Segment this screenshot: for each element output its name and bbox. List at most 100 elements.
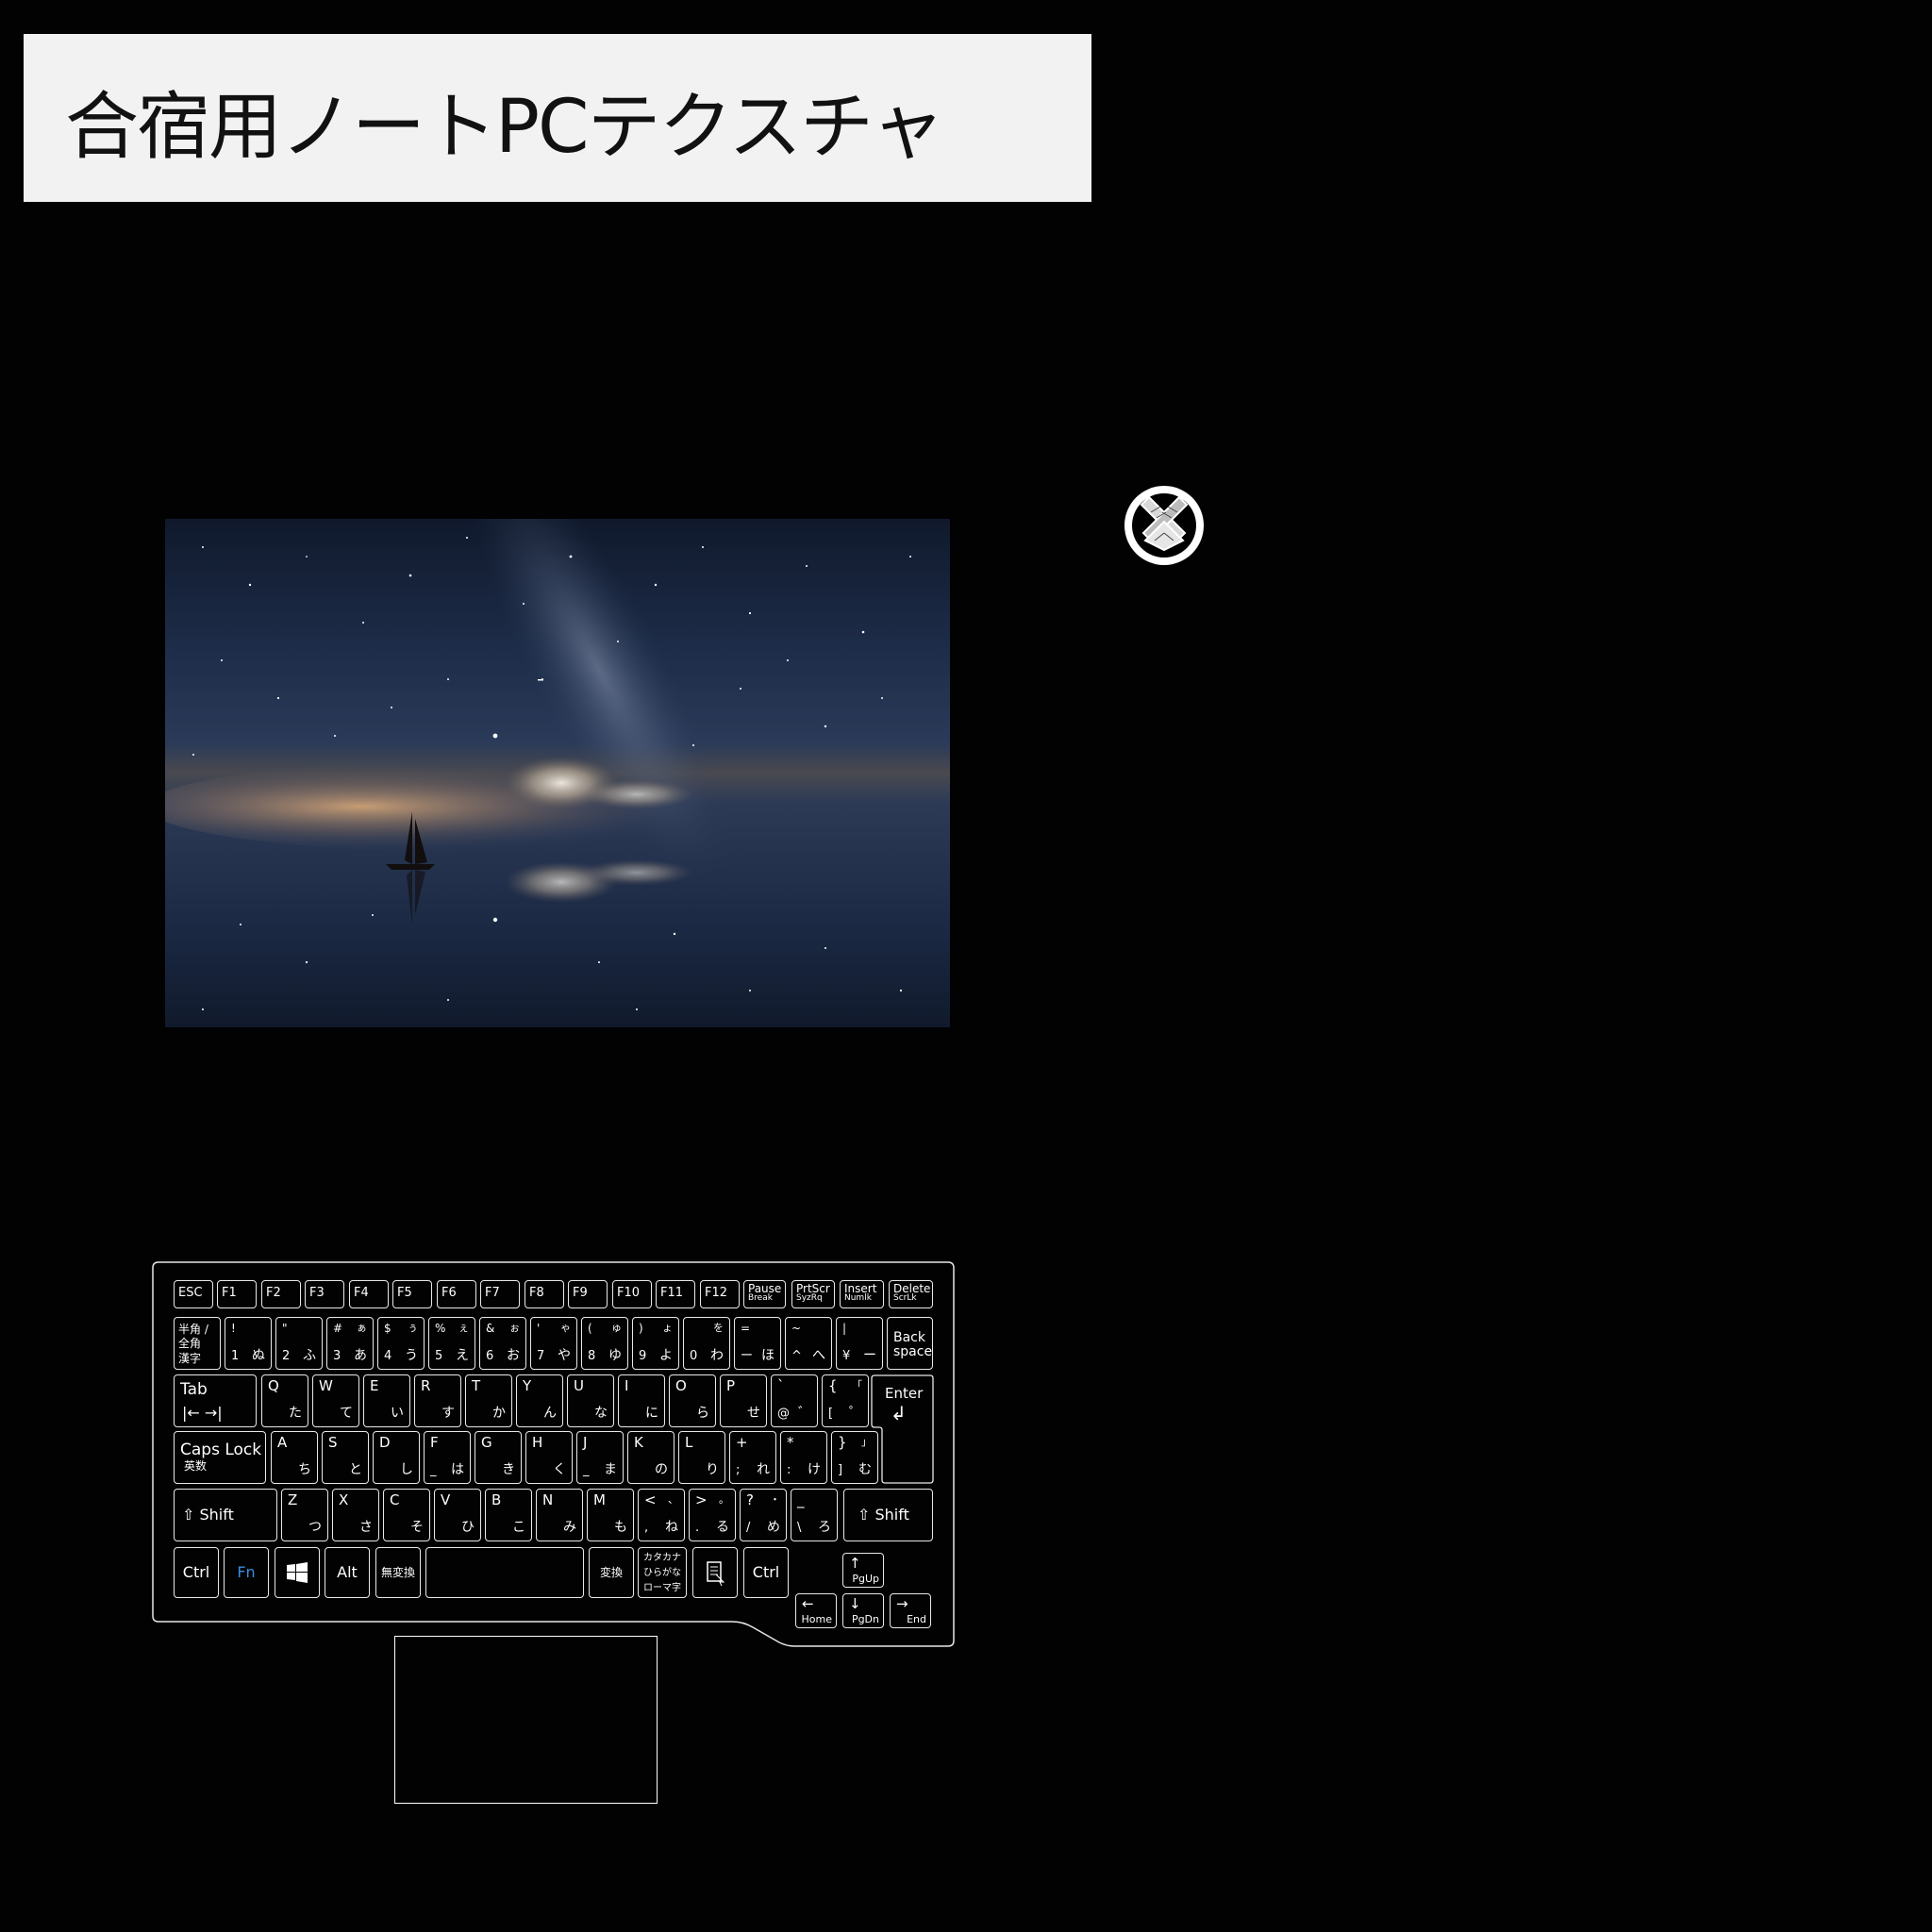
key-left-shift[interactable]: ⇧ Shift bbox=[174, 1489, 277, 1541]
key-alt[interactable]: Alt bbox=[325, 1547, 370, 1598]
key-num-8[interactable]: (ゅ 8 ゆ bbox=[581, 1317, 628, 1370]
key-down-pgdn[interactable]: ↓ PgDn bbox=[842, 1593, 884, 1628]
key-num-1[interactable]: ! 1 ぬ bbox=[225, 1317, 272, 1370]
key-num-7[interactable]: ' ゃ 7 や bbox=[530, 1317, 577, 1370]
key-f2[interactable]: F2 bbox=[261, 1280, 301, 1308]
key-num-9[interactable]: ) ょ 9 よ bbox=[632, 1317, 679, 1370]
key-d[interactable]: Dし bbox=[373, 1431, 420, 1484]
key-symbol: 8 bbox=[588, 1349, 596, 1363]
key-y[interactable]: Yん bbox=[516, 1374, 563, 1427]
key-f6[interactable]: F6 bbox=[437, 1280, 476, 1308]
key-application-menu[interactable] bbox=[692, 1547, 738, 1598]
key-right-end[interactable]: → End bbox=[890, 1593, 931, 1628]
key-r[interactable]: Rす bbox=[414, 1374, 461, 1427]
key-g[interactable]: Gき bbox=[475, 1431, 522, 1484]
key-kana: へ bbox=[812, 1348, 825, 1363]
key-symbol: [ bbox=[828, 1407, 834, 1421]
key-key[interactable]: < 、, ね bbox=[638, 1489, 685, 1541]
key-num-10[interactable]: を 0わ bbox=[683, 1317, 730, 1370]
key-x[interactable]: Xさ bbox=[332, 1489, 379, 1541]
key-n[interactable]: Nみ bbox=[536, 1489, 583, 1541]
key-o[interactable]: Oら bbox=[669, 1374, 716, 1427]
key-label: F3 bbox=[309, 1286, 325, 1300]
key-f12[interactable]: F12 bbox=[700, 1280, 740, 1308]
key-c[interactable]: Cそ bbox=[383, 1489, 430, 1541]
key-k[interactable]: Kの bbox=[627, 1431, 675, 1484]
key-prtscr[interactable]: PrtScr SyzRq bbox=[791, 1280, 835, 1308]
key-num-5[interactable]: % ぇ 5 え bbox=[428, 1317, 475, 1370]
key-up-pgup[interactable]: ↑ PgUp bbox=[842, 1553, 884, 1588]
key-key[interactable]: {「 [゜ bbox=[822, 1374, 869, 1427]
key-b[interactable]: Bこ bbox=[485, 1489, 532, 1541]
key-key[interactable]: *: け bbox=[780, 1431, 827, 1484]
key-p[interactable]: Pせ bbox=[720, 1374, 767, 1427]
key-key[interactable]: ? ・ / め bbox=[740, 1489, 787, 1541]
key-u[interactable]: Uな bbox=[567, 1374, 614, 1427]
key-kana-small: ・ bbox=[770, 1493, 780, 1506]
key-z[interactable]: Zつ bbox=[281, 1489, 328, 1541]
key-letter: T bbox=[472, 1377, 481, 1394]
key-num-2[interactable]: " 2 ふ bbox=[275, 1317, 323, 1370]
key-caps-lock[interactable]: Caps Lock 英数 bbox=[174, 1431, 266, 1484]
key-f11[interactable]: F11 bbox=[656, 1280, 695, 1308]
key-f7[interactable]: F7 bbox=[480, 1280, 520, 1308]
key-num-6[interactable]: & ぉ 6 お bbox=[479, 1317, 526, 1370]
key-kana[interactable]: カタカナ ひらがな ローマ字 bbox=[638, 1547, 687, 1598]
key-f4[interactable]: F4 bbox=[349, 1280, 389, 1308]
key-label: 変換 bbox=[599, 1566, 623, 1579]
key-right-shift[interactable]: ⇧ Shift bbox=[843, 1489, 933, 1541]
key-num-12[interactable]: ~ ^ へ bbox=[785, 1317, 832, 1370]
key-key[interactable]: > 。. る bbox=[689, 1489, 736, 1541]
key-delete[interactable]: Delete ScrLk bbox=[889, 1280, 933, 1308]
key-f1[interactable]: F1 bbox=[217, 1280, 257, 1308]
key-space[interactable] bbox=[425, 1547, 584, 1598]
key-l[interactable]: Lり bbox=[678, 1431, 725, 1484]
key-kana: ち bbox=[298, 1462, 311, 1477]
key-f[interactable]: F _ は bbox=[424, 1431, 471, 1484]
key-num-13[interactable]: | ¥ ー bbox=[836, 1317, 883, 1370]
key-q[interactable]: Qた bbox=[261, 1374, 308, 1427]
key-key[interactable]: } 」] む bbox=[831, 1431, 878, 1484]
key-letter: A bbox=[277, 1434, 288, 1451]
key-a[interactable]: Aち bbox=[271, 1431, 318, 1484]
key-hankaku-zenkaku[interactable]: 半角 / 全角 漢字 bbox=[174, 1317, 221, 1370]
key-h[interactable]: Hく bbox=[525, 1431, 573, 1484]
key-f8[interactable]: F8 bbox=[525, 1280, 564, 1308]
key-right-ctrl[interactable]: Ctrl bbox=[743, 1547, 789, 1598]
key-t[interactable]: Tか bbox=[465, 1374, 512, 1427]
key-f10[interactable]: F10 bbox=[612, 1280, 652, 1308]
key-key[interactable]: _ \ ろ bbox=[791, 1489, 838, 1541]
key-w[interactable]: Wて bbox=[312, 1374, 359, 1427]
key-insert[interactable]: Insert Numlk bbox=[840, 1280, 884, 1308]
key-f3[interactable]: F3 bbox=[305, 1280, 344, 1308]
key-f9[interactable]: F9 bbox=[568, 1280, 608, 1308]
key-backspace[interactable]: Back space bbox=[887, 1317, 933, 1370]
key-e[interactable]: Eい bbox=[363, 1374, 410, 1427]
key-v[interactable]: Vひ bbox=[434, 1489, 481, 1541]
key-kana: ー bbox=[863, 1348, 876, 1363]
key-label: Ctrl bbox=[752, 1563, 780, 1581]
key-henkan[interactable]: 変換 bbox=[589, 1547, 634, 1598]
key-num-11[interactable]: = ーほ bbox=[734, 1317, 781, 1370]
key-j[interactable]: J _ ま bbox=[576, 1431, 624, 1484]
key-i[interactable]: Iに bbox=[618, 1374, 665, 1427]
key-key[interactable]: +; れ bbox=[729, 1431, 776, 1484]
key-left-home[interactable]: ← Home bbox=[795, 1593, 837, 1628]
key-shift-symbol: ! bbox=[231, 1322, 236, 1335]
key-m[interactable]: Mも bbox=[587, 1489, 634, 1541]
key-f5[interactable]: F5 bbox=[392, 1280, 432, 1308]
key-pause[interactable]: Pause Break bbox=[743, 1280, 786, 1308]
key-kana-small: ゃ bbox=[560, 1322, 571, 1334]
key-left-ctrl[interactable]: Ctrl bbox=[174, 1547, 219, 1598]
key-num-3[interactable]: # ぁ 3 あ bbox=[326, 1317, 374, 1370]
key-tab[interactable]: Tab |← →| bbox=[174, 1374, 257, 1427]
key-num-4[interactable]: $ ぅ 4 う bbox=[377, 1317, 425, 1370]
key-s[interactable]: Sと bbox=[322, 1431, 369, 1484]
key-key[interactable]: ` @ ゛ bbox=[771, 1374, 818, 1427]
touchpad[interactable] bbox=[394, 1636, 658, 1804]
key-windows[interactable] bbox=[275, 1547, 320, 1598]
key-kana-small: ぉ bbox=[509, 1322, 520, 1334]
key-esc[interactable]: ESC bbox=[174, 1280, 213, 1308]
key-fn[interactable]: Fn bbox=[224, 1547, 269, 1598]
key-muhenkan[interactable]: 無変換 bbox=[375, 1547, 421, 1598]
